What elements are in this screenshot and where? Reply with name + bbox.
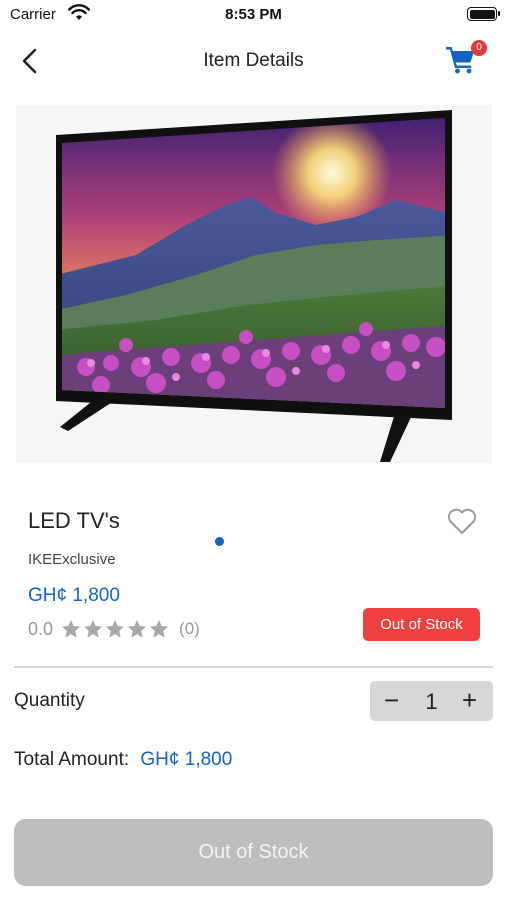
nav-bar: Item Details 0	[0, 36, 507, 86]
rating-count: (0)	[179, 619, 200, 638]
rating-row: 0.0 (0)	[28, 617, 200, 641]
cart-button[interactable]: 0	[445, 40, 487, 78]
tv-image	[56, 110, 452, 462]
carousel-dot-active[interactable]	[215, 537, 224, 546]
total-amount-label: Total Amount:	[14, 749, 130, 770]
status-bar: Carrier 8:53 PM	[0, 0, 507, 30]
seller-name: IKEExclusive	[28, 551, 116, 568]
increase-quantity-button[interactable]: +	[462, 686, 477, 714]
product-image[interactable]	[16, 105, 492, 546]
quantity-stepper: − 1 +	[370, 681, 493, 721]
divider	[14, 666, 493, 668]
out-of-stock-button[interactable]: Out of Stock	[14, 819, 493, 886]
page-title: Item Details	[203, 50, 304, 71]
total-amount-row: Total Amount: GH¢ 1,800	[14, 749, 232, 771]
product-name: LED TV's	[28, 508, 120, 533]
star-icon	[150, 620, 169, 638]
star-icon	[106, 620, 125, 638]
stock-status-badge: Out of Stock	[363, 608, 480, 641]
cart-count-badge: 0	[471, 40, 487, 56]
rating-stars	[61, 619, 171, 639]
battery-icon	[467, 7, 500, 21]
star-icon	[62, 620, 81, 638]
star-icon	[84, 620, 103, 638]
rating-value: 0.0	[28, 618, 54, 639]
status-time: 8:53 PM	[225, 6, 282, 23]
favorite-button[interactable]	[447, 507, 477, 535]
product-price: GH¢ 1,800	[28, 585, 120, 606]
quantity-label: Quantity	[14, 690, 85, 711]
heart-icon	[447, 508, 477, 534]
total-amount-value: GH¢ 1,800	[140, 749, 233, 770]
star-icon	[128, 620, 147, 638]
